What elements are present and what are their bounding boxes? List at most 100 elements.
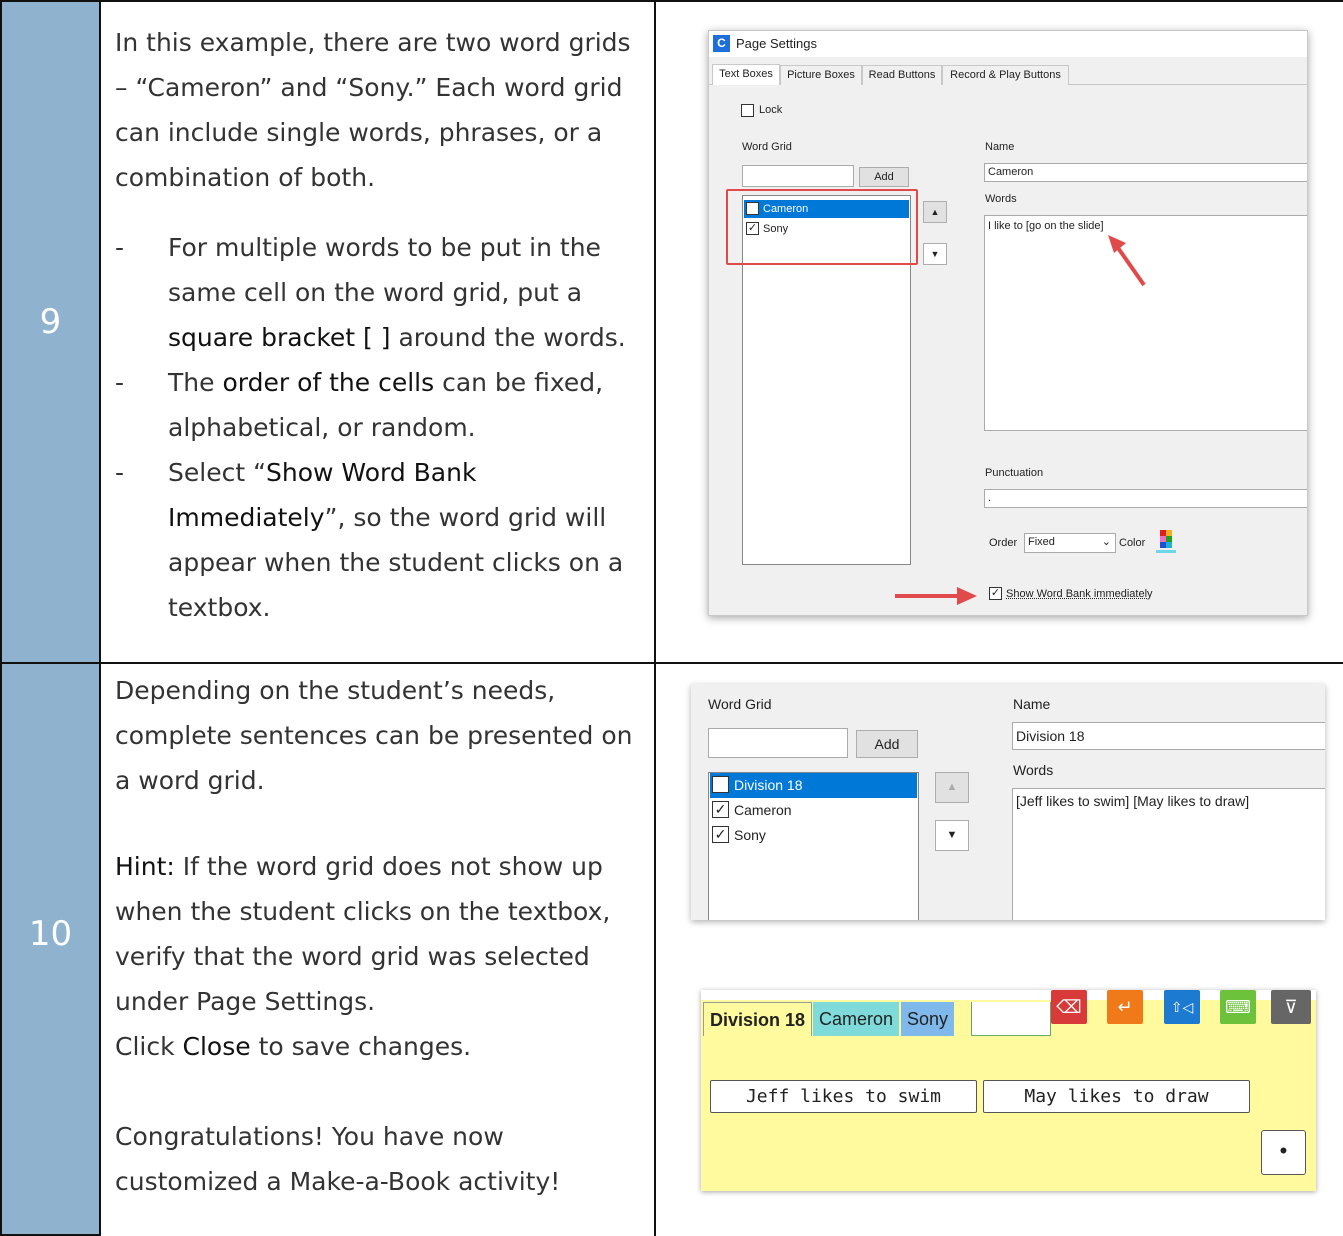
lock-checkbox[interactable] bbox=[741, 104, 754, 117]
order-label: Order bbox=[989, 537, 1018, 549]
keyboard-icon[interactable]: ⌨ bbox=[1220, 990, 1256, 1024]
list-item[interactable]: ✓ Sony bbox=[710, 823, 917, 848]
screenshot-cell: Word Grid Add ✓ Division 18 ✓ Cameron ✓ … bbox=[654, 664, 1343, 1236]
step-number-cell: 10 bbox=[0, 664, 101, 1236]
speak-icon[interactable]: ⇧◁ bbox=[1164, 990, 1200, 1024]
tab-read-buttons[interactable]: Read Buttons bbox=[862, 65, 942, 86]
bullet-text: The bbox=[168, 368, 223, 397]
words-label: Words bbox=[1013, 762, 1054, 778]
name-input[interactable]: Division 18 bbox=[1012, 722, 1325, 750]
chevron-down-icon: ⌄ bbox=[1101, 536, 1111, 548]
close-text: to save changes. bbox=[250, 1032, 472, 1061]
name-label: Name bbox=[1013, 696, 1051, 712]
move-up-button[interactable]: ▲ bbox=[935, 772, 969, 803]
words-label: Words bbox=[985, 193, 1017, 205]
tab-cameron[interactable]: Cameron bbox=[813, 1002, 900, 1036]
tab-picture-boxes[interactable]: Picture Boxes bbox=[780, 65, 862, 86]
word-grid-label: Word Grid bbox=[708, 696, 772, 712]
order-select[interactable]: Fixed ⌄ bbox=[1024, 533, 1116, 553]
chevron-up-icon: ▲ bbox=[946, 781, 958, 793]
list-item-label: Sony bbox=[734, 827, 766, 843]
lock-label: Lock bbox=[759, 104, 783, 116]
bullet-dash: - bbox=[115, 233, 125, 262]
check-icon[interactable]: ✓ bbox=[712, 826, 729, 843]
tab-sony[interactable]: Sony bbox=[901, 1002, 955, 1036]
dialog-title: Page Settings bbox=[736, 36, 817, 51]
text-boxes-panel: Lock Word Grid Add ✓ Cameron ✓ Sony ▲ ▼ … bbox=[709, 85, 1307, 615]
bullet-item: - Select “Show Word Bank Immediately”, s… bbox=[115, 450, 645, 630]
list-item[interactable]: ✓ Cameron bbox=[710, 798, 917, 823]
bullet-text: Select “ bbox=[168, 458, 267, 487]
step-row-10: 10 Depending on the student’s needs, com… bbox=[0, 664, 1343, 1236]
close-text: Click bbox=[115, 1032, 183, 1061]
screenshot-cell: C Page Settings Text Boxes Picture Boxes… bbox=[654, 0, 1343, 664]
emphasis-text: square bracket [ ] bbox=[168, 323, 391, 352]
show-word-bank-checkbox[interactable]: ✓ bbox=[989, 587, 1002, 600]
bullet-dash: - bbox=[115, 458, 125, 487]
emphasis-text: order of the cells bbox=[222, 368, 435, 397]
hint-paragraph: Hint: If the word grid does not show up … bbox=[115, 844, 645, 1024]
text-preview bbox=[971, 1002, 1051, 1036]
step-number-cell: 9 bbox=[0, 0, 101, 664]
collapse-icon[interactable]: ⊽ bbox=[1271, 990, 1311, 1024]
congrats-paragraph: Congratulations! You have now customized… bbox=[115, 1122, 561, 1196]
color-label: Color bbox=[1119, 537, 1146, 549]
punctuation-button[interactable]: • bbox=[1261, 1130, 1306, 1175]
move-down-button[interactable]: ▼ bbox=[935, 820, 969, 851]
step-row-9: 9 In this example, there are two word gr… bbox=[0, 0, 1343, 664]
list-item[interactable]: ✓ Division 18 bbox=[710, 773, 917, 798]
step-paragraph: In this example, there are two word grid… bbox=[115, 28, 631, 192]
word-grid-input[interactable] bbox=[708, 728, 848, 758]
word-grid-label: Word Grid bbox=[742, 141, 792, 153]
name-label: Name bbox=[985, 141, 1015, 153]
name-input[interactable]: Cameron bbox=[984, 163, 1307, 182]
word-grid-input[interactable] bbox=[742, 165, 854, 187]
show-word-bank-label: Show Word Bank immediately bbox=[1006, 588, 1153, 600]
bullet-text: For multiple words to be put in the same… bbox=[168, 233, 601, 307]
check-icon[interactable]: ✓ bbox=[712, 801, 729, 818]
move-up-button[interactable]: ▲ bbox=[923, 201, 947, 223]
order-value: Fixed bbox=[1028, 536, 1055, 548]
bullet-dash: - bbox=[115, 368, 125, 397]
hint-text: If the word grid does not show up when t… bbox=[115, 852, 611, 1016]
backspace-icon[interactable]: ⌫ bbox=[1051, 990, 1087, 1024]
tab-record-play-buttons[interactable]: Record & Play Buttons bbox=[942, 65, 1069, 86]
arrow-icon bbox=[895, 587, 977, 605]
punctuation-label: Punctuation bbox=[985, 467, 1044, 479]
arrow-icon bbox=[1108, 235, 1146, 287]
punctuation-input[interactable]: . bbox=[984, 489, 1307, 508]
bullet-item: - For multiple words to be put in the sa… bbox=[115, 225, 645, 360]
step-text-cell: Depending on the student’s needs, comple… bbox=[101, 664, 654, 1236]
step-number: 10 bbox=[28, 914, 73, 954]
word-cell[interactable]: May likes to draw bbox=[983, 1080, 1250, 1113]
tab-text-boxes[interactable]: Text Boxes bbox=[712, 64, 780, 86]
instruction-table: 9 In this example, there are two word gr… bbox=[0, 0, 1343, 1236]
tab-bar: Text Boxes Picture Boxes Read Buttons Re… bbox=[709, 64, 1307, 86]
word-bank-app: Division 18 Cameron Sony ⌫ ↵ ⇧◁ ⌨ ⊽ Jeff… bbox=[701, 990, 1316, 1191]
page-settings-dialog: C Page Settings Text Boxes Picture Boxes… bbox=[708, 30, 1308, 616]
chevron-down-icon: ▼ bbox=[946, 829, 958, 841]
page-settings-crop: Word Grid Add ✓ Division 18 ✓ Cameron ✓ … bbox=[691, 684, 1325, 920]
chevron-up-icon: ▲ bbox=[930, 207, 940, 217]
step-paragraph: Depending on the student’s needs, comple… bbox=[115, 676, 633, 795]
move-down-button[interactable]: ▼ bbox=[923, 243, 947, 265]
check-icon[interactable]: ✓ bbox=[712, 776, 729, 793]
hint-label: Hint: bbox=[115, 852, 175, 881]
tab-division-18[interactable]: Division 18 bbox=[703, 1002, 813, 1036]
add-button[interactable]: Add bbox=[856, 730, 918, 758]
color-palette-icon[interactable] bbox=[1156, 530, 1176, 554]
word-cell[interactable]: Jeff likes to swim bbox=[710, 1080, 977, 1113]
app-icon: C bbox=[713, 35, 730, 52]
words-textarea[interactable]: [Jeff likes to swim] [May likes to draw] bbox=[1012, 788, 1325, 920]
step-number: 9 bbox=[39, 302, 62, 342]
add-button[interactable]: Add bbox=[859, 167, 909, 187]
enter-icon[interactable]: ↵ bbox=[1107, 990, 1143, 1024]
bullet-item: - The order of the cells can be fixed, a… bbox=[115, 360, 645, 450]
bullet-text: around the words. bbox=[390, 323, 626, 352]
close-emphasis: Close bbox=[182, 1032, 251, 1061]
chevron-down-icon: ▼ bbox=[930, 249, 940, 259]
step-text-cell: In this example, there are two word grid… bbox=[101, 0, 654, 664]
word-grid-list: ✓ Division 18 ✓ Cameron ✓ Sony bbox=[708, 772, 919, 920]
highlight-box bbox=[726, 189, 918, 265]
list-item-label: Cameron bbox=[734, 802, 792, 818]
